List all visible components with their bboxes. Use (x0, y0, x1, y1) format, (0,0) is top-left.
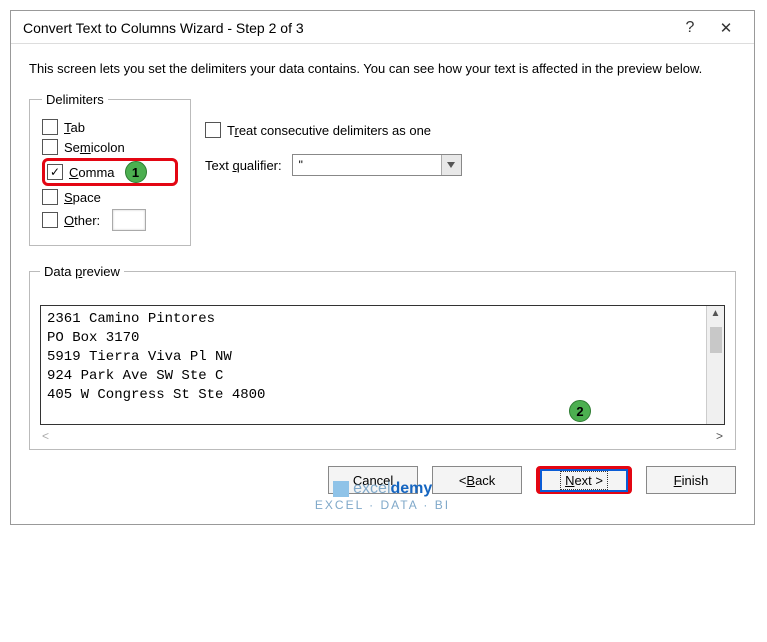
scroll-left-icon[interactable]: < (42, 429, 49, 443)
checkbox-comma-row[interactable]: Comma 1 (42, 158, 178, 186)
next-button[interactable]: Next > (536, 466, 632, 494)
vertical-scrollbar[interactable]: ▲ (706, 306, 724, 424)
delimiters-legend: Delimiters (42, 92, 108, 107)
callout-one: 1 (125, 161, 147, 183)
preview-text: 2361 Camino Pintores PO Box 3170 5919 Ti… (41, 306, 706, 424)
checkbox-space-row[interactable]: Space (42, 187, 178, 207)
scroll-thumb[interactable] (710, 327, 722, 353)
scroll-up-icon[interactable]: ▲ (711, 306, 721, 321)
dialog-body: This screen lets you set the delimiters … (11, 44, 754, 524)
close-button[interactable]: ✕ (708, 19, 744, 37)
label-tab: Tab (64, 120, 85, 135)
checkbox-tab[interactable] (42, 119, 58, 135)
back-button[interactable]: < Back (432, 466, 522, 494)
label-semicolon: Semicolon (64, 140, 125, 155)
watermark-brand-a: excel (353, 480, 390, 497)
label-comma: Comma (69, 165, 115, 180)
finish-button[interactable]: Finish (646, 466, 736, 494)
qualifier-row: Text qualifier: " (205, 154, 462, 176)
label-other: Other: (64, 213, 100, 228)
checkbox-semicolon[interactable] (42, 139, 58, 155)
scroll-right-icon[interactable]: > (716, 429, 723, 443)
other-input[interactable] (112, 209, 146, 231)
watermark-sub: EXCEL · DATA · BI (315, 498, 450, 512)
wizard-dialog: Convert Text to Columns Wizard - Step 2 … (10, 10, 755, 525)
data-preview-legend: Data preview (40, 264, 124, 279)
preview-box: 2361 Camino Pintores PO Box 3170 5919 Ti… (40, 305, 725, 425)
titlebar: Convert Text to Columns Wizard - Step 2 … (11, 11, 754, 44)
horizontal-scrollbar[interactable]: < > (40, 425, 725, 443)
qualifier-combo[interactable]: " (292, 154, 462, 176)
checkbox-other[interactable] (42, 212, 58, 228)
chevron-down-icon[interactable] (441, 155, 461, 175)
watermark-brand-b: demy (391, 480, 433, 497)
options-column: Treat consecutive delimiters as one Text… (205, 92, 462, 246)
checkbox-consecutive-row[interactable]: Treat consecutive delimiters as one (205, 122, 462, 138)
data-preview-group: Data preview 2361 Camino Pintores PO Box… (29, 264, 736, 450)
checkbox-other-row[interactable]: Other: (42, 207, 178, 233)
qualifier-value: " (293, 158, 441, 172)
delimiters-group: Delimiters Tab Semicolon Comma 1 Space (29, 92, 191, 246)
checkbox-tab-row[interactable]: Tab (42, 117, 178, 137)
checkbox-consecutive[interactable] (205, 122, 221, 138)
dialog-title: Convert Text to Columns Wizard - Step 2 … (23, 20, 672, 36)
qualifier-label: Text qualifier: (205, 158, 282, 173)
checkbox-comma[interactable] (47, 164, 63, 180)
help-button[interactable]: ? (672, 19, 708, 37)
label-space: Space (64, 190, 101, 205)
label-consecutive: Treat consecutive delimiters as one (227, 123, 431, 138)
checkbox-space[interactable] (42, 189, 58, 205)
description-text: This screen lets you set the delimiters … (29, 60, 736, 78)
checkbox-semicolon-row[interactable]: Semicolon (42, 137, 178, 157)
